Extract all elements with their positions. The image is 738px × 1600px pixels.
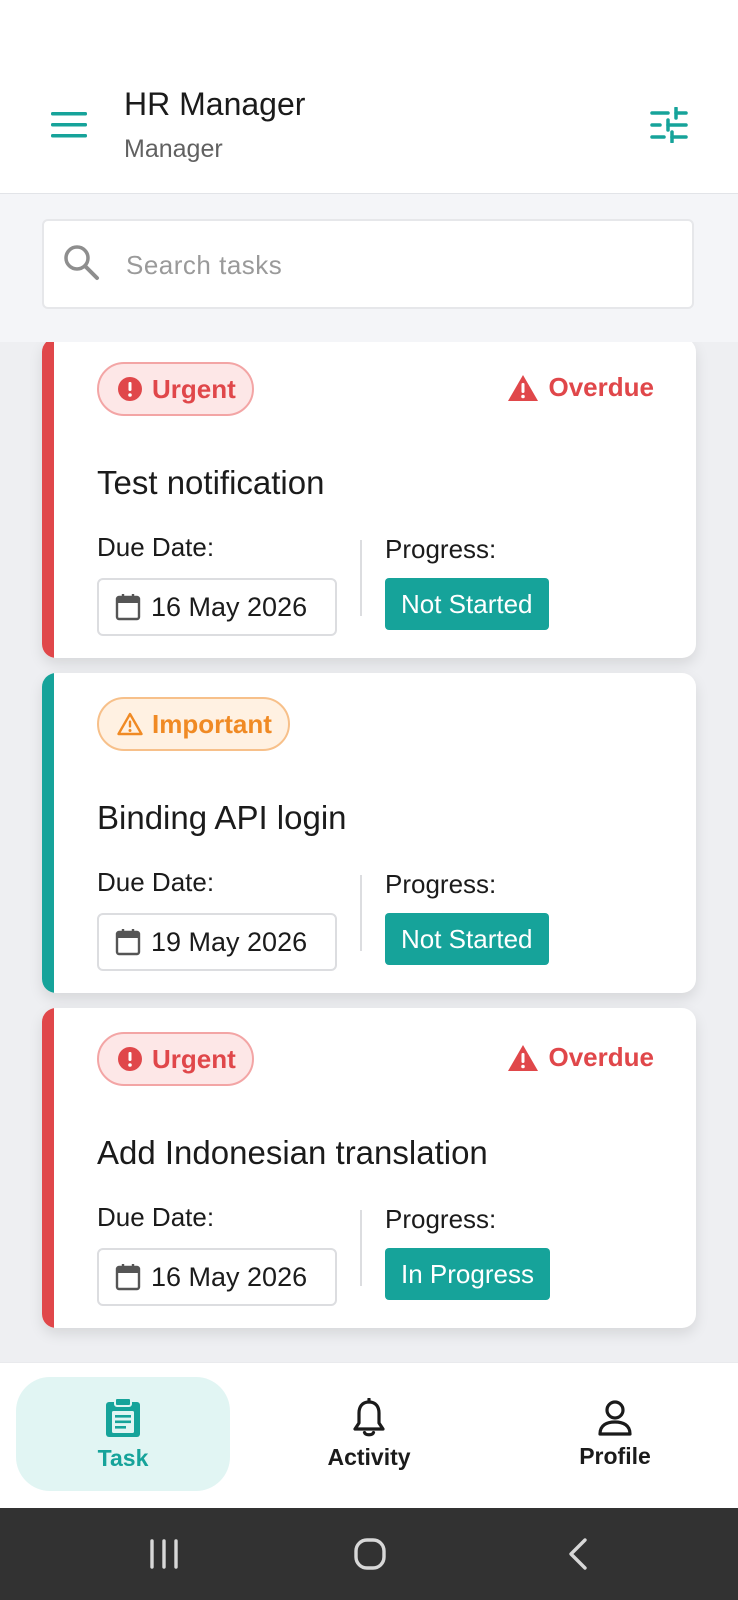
due-date-chip: 16 May 2026 (97, 578, 337, 636)
task-card[interactable]: Urgent Overdue Test notification Due Dat… (42, 342, 696, 658)
menu-button[interactable] (46, 102, 92, 148)
progress-label: Progress: (385, 534, 497, 564)
divider (360, 875, 362, 951)
exclamation-circle-icon (118, 377, 142, 401)
priority-badge: Urgent (97, 1032, 254, 1086)
task-title: Binding API login (97, 799, 347, 836)
divider (360, 540, 362, 616)
warning-triangle-icon (507, 1044, 538, 1071)
priority-accent-bar (42, 673, 54, 993)
clipboard-icon (106, 1396, 140, 1437)
task-card[interactable]: Urgent Overdue Add Indonesian translatio… (42, 1008, 696, 1328)
priority-label: Urgent (152, 373, 236, 404)
due-date-value: 19 May 2026 (151, 926, 308, 957)
nav-item-task[interactable]: Task (16, 1377, 230, 1491)
home-icon (354, 1538, 386, 1570)
recent-apps-icon (150, 1539, 178, 1569)
exclamation-circle-icon (118, 1047, 142, 1071)
calendar-icon (115, 594, 141, 621)
priority-badge: Urgent (97, 362, 254, 416)
recent-apps-button[interactable] (134, 1532, 194, 1576)
due-date-value: 16 May 2026 (151, 591, 308, 622)
overdue-flag: Overdue (507, 372, 655, 403)
task-title: Test notification (97, 464, 325, 501)
task-list: Urgent Overdue Test notification Due Dat… (0, 342, 738, 1362)
task-card[interactable]: Important Binding API login Due Date: 19… (42, 673, 696, 993)
overdue-flag: Overdue (507, 1042, 655, 1073)
progress-status-badge: Not Started (385, 578, 549, 630)
progress-status-badge: In Progress (385, 1248, 550, 1300)
search-area (0, 194, 738, 342)
calendar-icon (115, 929, 141, 956)
bell-icon (353, 1397, 385, 1436)
task-title: Add Indonesian translation (97, 1134, 488, 1171)
progress-status-badge: Not Started (385, 913, 549, 965)
app-header: HR Manager Manager (0, 62, 738, 194)
progress-label: Progress: (385, 1204, 497, 1234)
nav-label-task: Task (97, 1444, 149, 1471)
calendar-icon (115, 1264, 141, 1291)
search-input[interactable] (124, 239, 668, 291)
due-date-label: Due Date: (97, 1202, 215, 1232)
nav-label-profile: Profile (579, 1442, 651, 1469)
due-date-label: Due Date: (97, 867, 215, 897)
nav-label-activity: Activity (327, 1443, 411, 1470)
search-box[interactable] (42, 219, 694, 309)
priority-label: Urgent (152, 1043, 236, 1074)
back-chevron-icon (569, 1538, 587, 1570)
priority-label: Important (152, 708, 272, 739)
nav-item-activity[interactable]: Activity (262, 1377, 476, 1491)
page-subtitle: Manager (124, 135, 223, 163)
priority-accent-bar (42, 1008, 54, 1328)
status-bar (0, 0, 738, 62)
filter-sliders-icon (650, 107, 688, 143)
progress-label: Progress: (385, 869, 497, 899)
page-title: HR Manager (124, 86, 306, 122)
filter-button[interactable] (644, 102, 694, 148)
bottom-nav: Task Activity Profile (0, 1362, 738, 1509)
due-date-chip: 16 May 2026 (97, 1248, 337, 1306)
system-navigation-bar (0, 1508, 738, 1600)
nav-item-profile[interactable]: Profile (508, 1377, 722, 1491)
overdue-label: Overdue (548, 372, 655, 402)
back-button[interactable] (548, 1532, 608, 1576)
divider (360, 1210, 362, 1286)
hamburger-menu-icon (51, 112, 87, 138)
due-date-value: 16 May 2026 (151, 1261, 308, 1292)
priority-badge: Important (97, 697, 290, 751)
person-icon (598, 1399, 632, 1436)
due-date-chip: 19 May 2026 (97, 913, 337, 971)
priority-accent-bar (42, 342, 54, 658)
warning-triangle-icon (507, 374, 538, 401)
due-date-label: Due Date: (97, 532, 215, 562)
overdue-label: Overdue (548, 1042, 655, 1072)
warning-triangle-outline-icon (117, 712, 143, 736)
home-button[interactable] (340, 1532, 400, 1576)
search-icon (64, 245, 99, 280)
